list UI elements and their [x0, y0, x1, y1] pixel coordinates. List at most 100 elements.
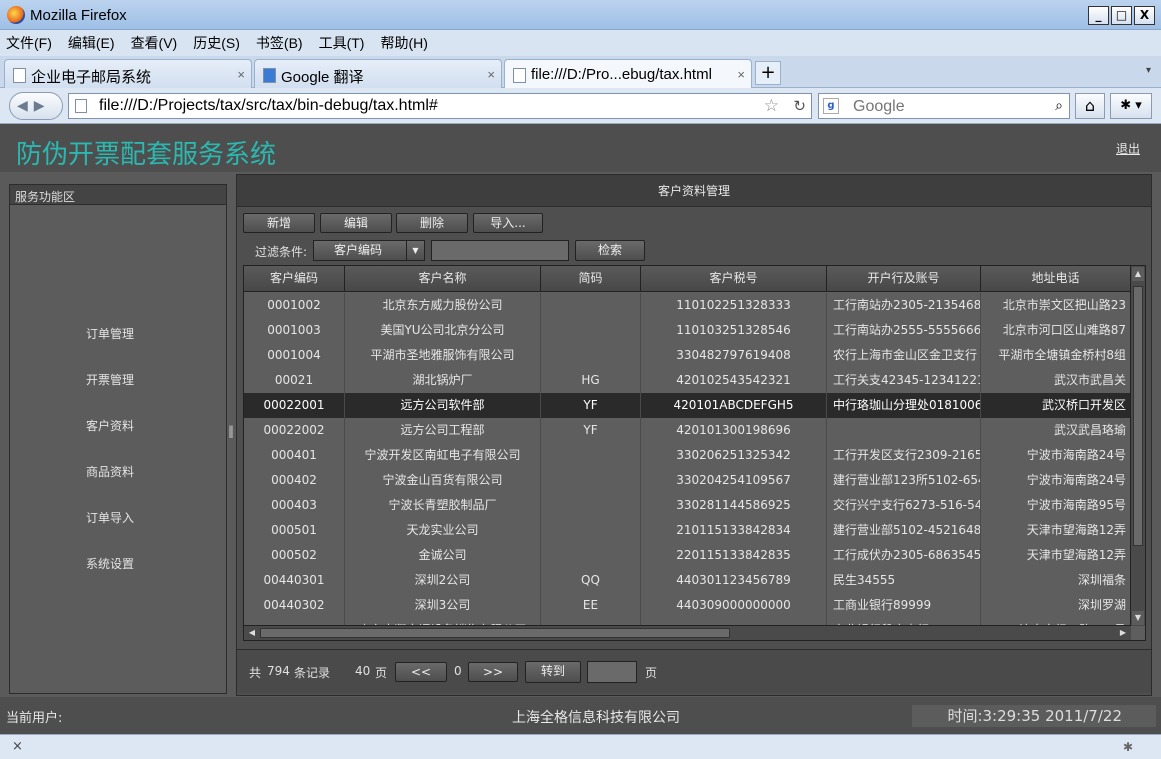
cell-name: 北京东方威力股份公司: [345, 293, 541, 318]
table-row[interactable]: 000403 宁波长青塑胶制品厂 330281144586925 交行兴宁支行6273…: [244, 493, 1131, 518]
maximize-button[interactable]: □: [1111, 6, 1132, 25]
total-suffix: 条记录: [294, 666, 331, 680]
cell-code: 000401: [244, 443, 345, 468]
filter-input[interactable]: [431, 240, 569, 261]
table-row[interactable]: 000502 金诚公司 220115133842835 工行成伏办2305-68635…: [244, 543, 1131, 568]
sidebar-item-order-import[interactable]: 订单导入: [10, 509, 226, 555]
search-bar: g ⌕: [818, 93, 1070, 119]
sidebar-item-products[interactable]: 商品资料: [10, 463, 226, 509]
cell-name: 远方公司软件部: [345, 393, 541, 418]
column-header-bank-account[interactable]: 开户行及账号: [827, 266, 981, 292]
cell-short-code: [541, 468, 641, 493]
bookmark-star-icon[interactable]: ☆: [764, 96, 779, 116]
menu-file[interactable]: 文件(F): [6, 33, 52, 53]
prev-page-button[interactable]: <<: [395, 662, 447, 682]
minimize-button[interactable]: _: [1088, 6, 1109, 25]
sidebar-nav: 订单管理 开票管理 客户资料 商品资料 订单导入 系统设置: [10, 325, 226, 601]
search-icon[interactable]: ⌕: [1055, 98, 1063, 114]
scroll-left-icon[interactable]: ◀: [246, 627, 258, 639]
close-button[interactable]: X: [1134, 6, 1155, 25]
sidebar-item-customers[interactable]: 客户资料: [10, 417, 226, 463]
addon-button[interactable]: ✱ ▾: [1110, 93, 1152, 119]
tab-bar: 企业电子邮局系统 × Google 翻译 × file:///D:/Pro...…: [0, 56, 1161, 89]
tab-tax[interactable]: file:///D:/Pro...ebug/tax.html ×: [504, 59, 752, 89]
cell-code: 0001003: [244, 318, 345, 343]
menu-tools[interactable]: 工具(T): [319, 33, 365, 53]
home-button[interactable]: ⌂: [1075, 93, 1105, 119]
column-header-address[interactable]: 地址电话: [981, 266, 1131, 292]
sidebar-item-orders[interactable]: 订单管理: [10, 325, 226, 371]
back-forward-button[interactable]: ◀▶: [9, 92, 63, 120]
table-row[interactable]: 0001004 平湖市圣地雅服饰有限公司 330482797619408 农行上海市金…: [244, 343, 1131, 368]
table-row[interactable]: 0001002 北京东方威力股份公司 110102251328333 工行南站办230…: [244, 293, 1131, 318]
tab-google-translate[interactable]: Google 翻译 ×: [254, 59, 502, 88]
cell-short-code: HG: [541, 368, 641, 393]
column-header-name[interactable]: 客户名称: [345, 266, 541, 292]
cell-code: 00021: [244, 368, 345, 393]
page-icon: [75, 99, 87, 113]
table-row[interactable]: 00440301 深圳2公司 QQ 440301123456789 民生34555 深圳福…: [244, 568, 1131, 593]
cell-bank-account: 工行南站办2555-5555666: [827, 318, 981, 343]
vertical-scrollbar[interactable]: ▲ ▼: [1130, 266, 1145, 626]
google-engine-icon[interactable]: g: [823, 98, 839, 114]
filter-field-select[interactable]: 客户编码 ▼: [313, 240, 425, 261]
tab-close-icon[interactable]: ×: [487, 67, 495, 82]
search-input[interactable]: [853, 97, 1033, 117]
addon-status-icon[interactable]: ✱: [1123, 740, 1133, 754]
close-status-icon[interactable]: ×: [12, 739, 23, 754]
url-input[interactable]: [99, 96, 749, 116]
menu-help[interactable]: 帮助(H): [380, 33, 427, 53]
cell-bank-account: 建行营业部5102-4521648: [827, 518, 981, 543]
table-row[interactable]: 00022001 远方公司软件部 YF 420101ABCDEFGH5 中行珞珈山分理处…: [244, 393, 1131, 418]
search-button[interactable]: 检索: [575, 240, 645, 261]
sidebar-item-settings[interactable]: 系统设置: [10, 555, 226, 601]
scroll-down-icon[interactable]: ▼: [1132, 611, 1144, 625]
goto-page-input[interactable]: [587, 661, 637, 683]
table-row[interactable]: 00022002 远方公司工程部 YF 420101300198696 武汉武昌珞瑜: [244, 418, 1131, 443]
column-header-tax-id[interactable]: 客户税号: [641, 266, 827, 292]
new-tab-button[interactable]: +: [755, 61, 781, 85]
scroll-up-icon[interactable]: ▲: [1132, 267, 1144, 281]
delete-button[interactable]: 删除: [396, 213, 468, 233]
app-header: 防伪开票配套服务系统 退出: [0, 124, 1161, 172]
scroll-thumb[interactable]: [260, 628, 730, 638]
cell-bank-account: [827, 418, 981, 443]
cell-tax-id: 330204254109567: [641, 468, 827, 493]
cell-tax-id: 330482797619408: [641, 343, 827, 368]
import-button[interactable]: 导入...: [473, 213, 543, 233]
tab-list-icon[interactable]: ▾: [1146, 65, 1151, 76]
sidebar-header: 服务功能区: [10, 185, 226, 205]
tab-mail[interactable]: 企业电子邮局系统 ×: [4, 59, 252, 88]
table-row[interactable]: 000402 宁波金山百货有限公司 330204254109567 建行营业部123所…: [244, 468, 1131, 493]
menu-history[interactable]: 历史(S): [193, 33, 240, 53]
logout-link[interactable]: 退出: [1116, 140, 1140, 157]
menu-bookmarks[interactable]: 书签(B): [256, 33, 303, 53]
cell-code: 00440302: [244, 593, 345, 618]
scroll-thumb[interactable]: [1133, 286, 1143, 546]
column-header-short-code[interactable]: 简码: [541, 266, 641, 292]
table-row[interactable]: 000401 宁波开发区南虹电子有限公司 330206251325342 工行开发区支…: [244, 443, 1131, 468]
cell-short-code: YF: [541, 393, 641, 418]
cell-tax-id: 420101300198696: [641, 418, 827, 443]
goto-button[interactable]: 转到: [525, 661, 581, 683]
horizontal-scrollbar[interactable]: ◀ ▶: [244, 625, 1131, 640]
next-page-button[interactable]: >>: [468, 662, 518, 682]
table-row[interactable]: 000501 天龙实业公司 210115133842834 建行营业部5102-452…: [244, 518, 1131, 543]
tab-close-icon[interactable]: ×: [737, 67, 745, 82]
splitter-handle[interactable]: ‖: [228, 424, 234, 438]
reload-icon[interactable]: ↻: [793, 97, 806, 115]
menu-view[interactable]: 查看(V): [131, 33, 178, 53]
sidebar-item-invoicing[interactable]: 开票管理: [10, 371, 226, 417]
tab-close-icon[interactable]: ×: [237, 67, 245, 82]
cell-name: 宁波金山百货有限公司: [345, 468, 541, 493]
add-button[interactable]: 新增: [243, 213, 315, 233]
cell-address: 武汉武昌珞瑜: [981, 418, 1131, 443]
scroll-right-icon[interactable]: ▶: [1117, 627, 1129, 639]
cell-code: 0001002: [244, 293, 345, 318]
column-header-code[interactable]: 客户编码: [244, 266, 345, 292]
table-row[interactable]: 0001003 美国YU公司北京分公司 110103251328546 工行南站办25…: [244, 318, 1131, 343]
edit-button[interactable]: 编辑: [320, 213, 392, 233]
table-row[interactable]: 00440302 深圳3公司 EE 440309000000000 工商业银行89999…: [244, 593, 1131, 618]
table-row[interactable]: 00021 湖北锅炉厂 HG 420102543542321 工行关支42345-123…: [244, 368, 1131, 393]
menu-edit[interactable]: 编辑(E): [68, 33, 115, 53]
